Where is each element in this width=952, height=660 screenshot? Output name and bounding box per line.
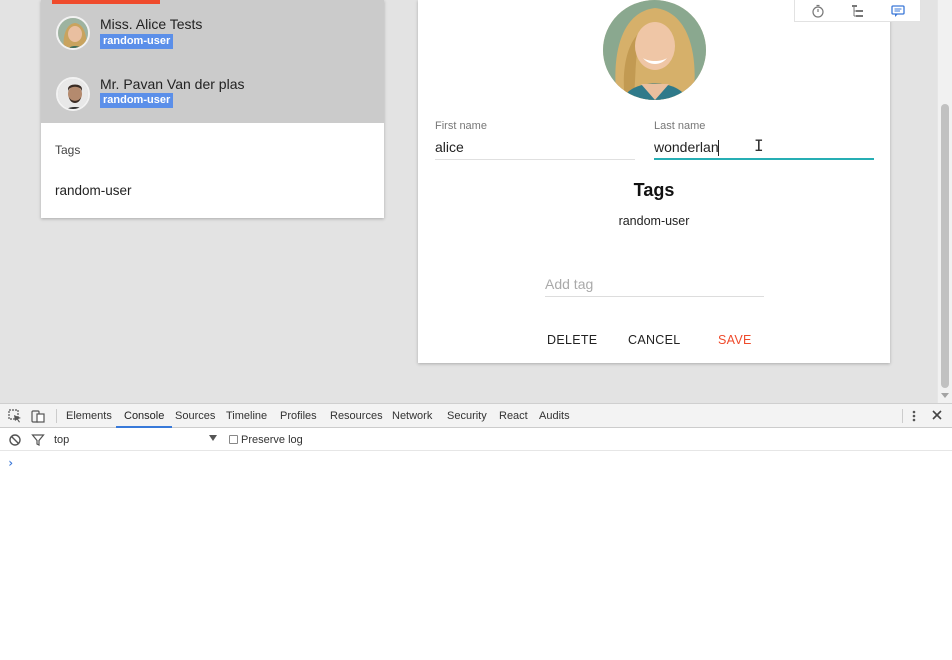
chevron-down-icon[interactable] (209, 435, 217, 441)
first-name-label: First name (435, 120, 487, 132)
page-scrollbar[interactable] (937, 0, 952, 403)
tags-heading: Tags (55, 143, 81, 157)
last-name-label: Last name (654, 120, 706, 132)
first-name-input[interactable] (435, 135, 635, 160)
tab-resources[interactable]: Resources (322, 404, 391, 428)
tab-separator (56, 409, 57, 423)
user-list-item-alice[interactable]: Miss. Alice Tests random-user (41, 0, 384, 62)
more-options-icon[interactable] (910, 408, 918, 424)
avatar-pavan (56, 77, 90, 111)
tab-timeline[interactable]: Timeline (218, 404, 275, 428)
preserve-log-checkbox[interactable] (229, 435, 238, 444)
user-list-item-pavan[interactable]: Mr. Pavan Van der plas (41, 62, 384, 123)
timer-icon[interactable] (811, 4, 825, 18)
tag-item[interactable]: random-user (55, 183, 132, 198)
user-tag-badge: random-user (100, 93, 174, 108)
tab-console[interactable]: Console (116, 404, 173, 428)
ibeam-cursor-icon: I (754, 136, 764, 155)
avatar-alice (56, 16, 90, 50)
tree-icon[interactable] (851, 4, 865, 18)
filter-icon[interactable] (31, 433, 45, 447)
tab-network[interactable]: Network (384, 404, 440, 428)
tab-react[interactable]: React (491, 404, 536, 428)
tab-separator (902, 409, 903, 423)
tags-title: Tags (633, 180, 675, 200)
tag-chip[interactable]: random-user (418, 214, 890, 228)
user-list-card: Miss. Alice Tests random-user Mr. Pavan … (41, 0, 384, 218)
tab-elements[interactable]: Elements (58, 404, 120, 428)
preserve-log-toggle[interactable]: Preserve log (229, 432, 303, 448)
profile-avatar (603, 0, 706, 100)
user-edit-form: First name Last name I Tags random-user … (418, 0, 890, 363)
scroll-down-arrow-icon[interactable] (941, 393, 949, 398)
user-name: Mr. Pavan Van der plas (100, 76, 245, 92)
context-select[interactable]: top (54, 432, 220, 448)
app-viewport: Miss. Alice Tests random-user Mr. Pavan … (0, 0, 952, 403)
clear-console-icon[interactable] (8, 433, 22, 447)
cancel-button[interactable]: CANCEL (628, 333, 681, 347)
tab-audits[interactable]: Audits (531, 404, 578, 428)
text-caret (718, 140, 719, 156)
devtools-tab-bar: Elements Console Sources Timeline Profil… (0, 404, 952, 428)
tab-security[interactable]: Security (439, 404, 495, 428)
preserve-log-label: Preserve log (241, 434, 303, 446)
devtools-panel: Elements Console Sources Timeline Profil… (0, 403, 952, 660)
tab-sources[interactable]: Sources (167, 404, 223, 428)
last-name-input[interactable] (654, 135, 874, 160)
comment-icon[interactable] (891, 4, 905, 18)
close-icon[interactable] (930, 408, 944, 422)
console-prompt[interactable]: › (7, 456, 14, 470)
device-mode-icon[interactable] (31, 409, 45, 423)
scrollbar-thumb[interactable] (941, 104, 949, 388)
devtools-overlay-toolbar (794, 0, 921, 22)
add-tag-input[interactable] (545, 271, 764, 297)
console-toolbar: top Preserve log (0, 429, 952, 451)
accent-bar (52, 0, 160, 4)
tab-profiles[interactable]: Profiles (272, 404, 325, 428)
user-name: Miss. Alice Tests (100, 16, 203, 32)
save-button[interactable]: SAVE (718, 333, 752, 347)
delete-button[interactable]: DELETE (547, 333, 597, 347)
user-tag-badge: random-user (100, 34, 174, 49)
inspect-element-icon[interactable] (8, 409, 22, 423)
